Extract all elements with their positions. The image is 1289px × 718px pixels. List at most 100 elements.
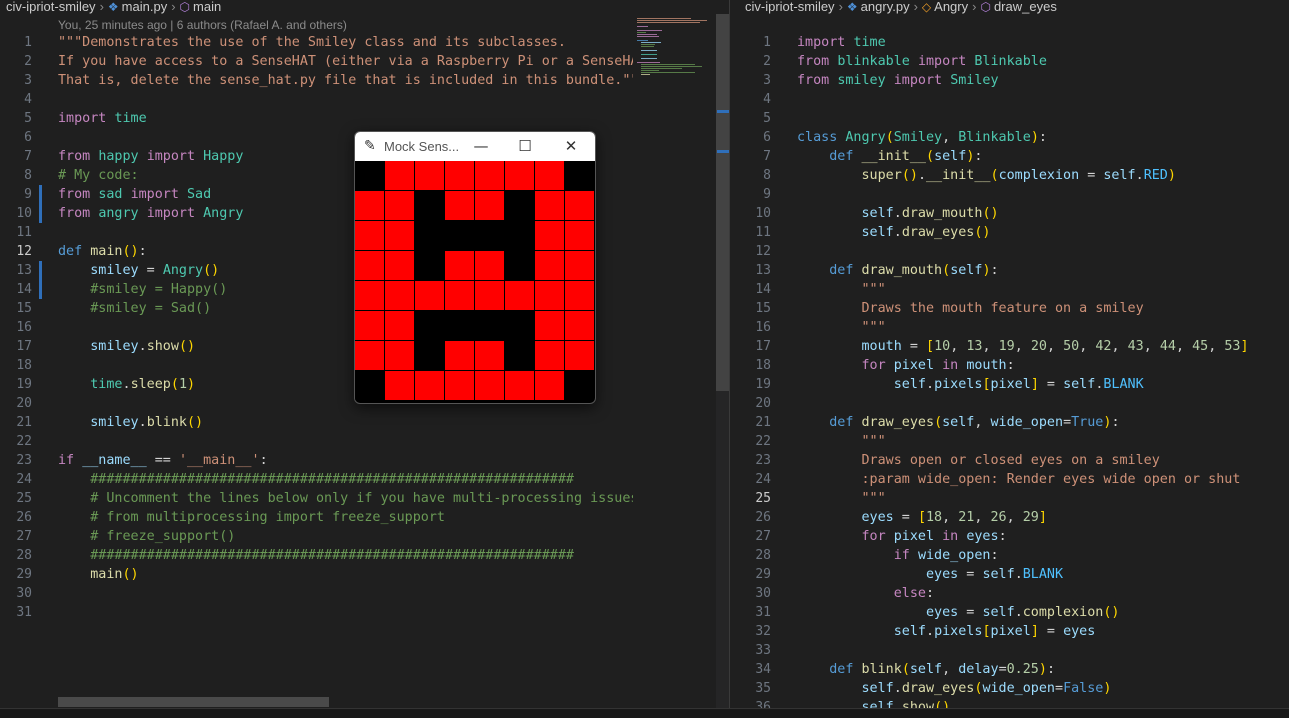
line-text[interactable]: for pixel in mouth: (797, 356, 1015, 375)
line-text[interactable]: # My code: (58, 166, 139, 185)
breadcrumb: civ-ipriot-smiley › ❖ angry.py › ◇ Angry › ⬡ draw… (745, 0, 1057, 14)
led-pixel-lit (355, 311, 384, 340)
line-text[interactable]: import time (797, 33, 886, 52)
line-text[interactable]: #smiley = Happy() (58, 280, 227, 299)
horizontal-scrollbar[interactable] (58, 697, 329, 707)
line-text[interactable]: ########################################… (58, 546, 574, 565)
line-text[interactable]: if wide_open: (797, 546, 999, 565)
breadcrumb-file[interactable]: angry.py (861, 0, 910, 14)
breadcrumb-symbol[interactable]: main (193, 0, 221, 14)
line-text[interactable]: eyes = self.BLANK (797, 565, 1063, 584)
line-text[interactable]: Draws open or closed eyes on a smiley (797, 451, 1160, 470)
vertical-scrollbar[interactable] (716, 14, 729, 717)
line-text[interactable]: main() (58, 565, 138, 584)
line-text[interactable]: # freeze_support() (58, 527, 235, 546)
line-text[interactable]: time.sleep(1) (58, 375, 195, 394)
line-number: 14 (16, 282, 32, 297)
maximize-icon: ☐ (518, 137, 532, 155)
line-text[interactable]: self.draw_eyes(wide_open=False) (797, 679, 1112, 698)
minimap-line (641, 64, 695, 65)
line-text[interactable]: else: (797, 584, 934, 603)
line-text[interactable]: def draw_eyes(self, wide_open=True): (797, 413, 1119, 432)
line-text[interactable]: if __name__ == '__main__': (58, 451, 268, 470)
led-pixel-lit (385, 281, 414, 310)
line-number: 30 (16, 586, 32, 601)
chevron-right-icon: › (99, 0, 104, 14)
line-text[interactable]: mouth = [10, 13, 19, 20, 50, 42, 43, 44,… (797, 337, 1249, 356)
line-text[interactable]: smiley.blink() (58, 413, 203, 432)
line-text[interactable]: self.draw_mouth() (797, 204, 999, 223)
window-titlebar[interactable]: ✎ Mock Sens... — ☐ ✕ (355, 132, 595, 161)
line-number: 20 (16, 396, 32, 411)
line-text[interactable]: super().__init__(complexion = self.RED) (797, 166, 1176, 185)
chevron-right-icon: › (838, 0, 843, 14)
line-text[interactable]: import time (58, 109, 147, 128)
led-pixel-off (475, 311, 504, 340)
git-change-marker[interactable] (39, 185, 42, 223)
line-text[interactable]: That is, delete the sense_hat.py file th… (58, 71, 647, 90)
line-text[interactable]: eyes = self.complexion() (797, 603, 1120, 622)
minimap-line (637, 22, 700, 23)
led-pixel-lit (385, 221, 414, 250)
led-pixel-lit (445, 281, 474, 310)
breadcrumb-symbol[interactable]: draw_eyes (994, 0, 1057, 14)
python-file-icon: ❖ (846, 0, 858, 14)
line-number: 17 (16, 339, 32, 354)
line-text[interactable]: class Angry(Smiley, Blinkable): (797, 128, 1047, 147)
line-number: 34 (755, 662, 771, 677)
git-change-marker[interactable] (39, 261, 42, 299)
line-number: 2 (24, 54, 32, 69)
line-number: 16 (755, 320, 771, 335)
line-number: 4 (763, 92, 771, 107)
line-text[interactable]: def main(): (58, 242, 147, 261)
maximize-button[interactable]: ☐ (510, 135, 540, 157)
line-number: 31 (755, 605, 771, 620)
line-text[interactable]: smiley.show() (58, 337, 195, 356)
line-text[interactable]: from smiley import Smiley (797, 71, 999, 90)
chevron-right-icon: › (913, 0, 918, 14)
line-text[interactable]: for pixel in eyes: (797, 527, 1007, 546)
line-text[interactable]: #smiley = Sad() (58, 299, 211, 318)
line-text[interactable]: self.pixels[pixel] = eyes (797, 622, 1096, 641)
line-text[interactable]: """Demonstrates the use of the Smiley cl… (58, 33, 566, 52)
breadcrumb-file[interactable]: main.py (122, 0, 168, 14)
line-text[interactable]: self.pixels[pixel] = self.BLANK (797, 375, 1144, 394)
line-number: 17 (755, 339, 771, 354)
right-editor[interactable]: civ-ipriot-smiley › ❖ angry.py › ◇ Angry › ⬡ draw… (730, 0, 1289, 717)
line-text[interactable]: If you have access to a SenseHAT (either… (58, 52, 663, 71)
breadcrumb-folder[interactable]: civ-ipriot-smiley (6, 0, 96, 14)
led-pixel-lit (355, 221, 384, 250)
breadcrumb-folder[interactable]: civ-ipriot-smiley (745, 0, 835, 14)
close-button[interactable]: ✕ (556, 135, 586, 157)
line-number: 9 (24, 187, 32, 202)
git-blame-annotation[interactable]: You, 25 minutes ago | 6 authors (Rafael … (58, 18, 347, 32)
led-pixel-lit (445, 341, 474, 370)
line-text[interactable]: def draw_mouth(self): (797, 261, 998, 280)
line-text[interactable]: """ (797, 280, 886, 299)
line-text[interactable]: self.draw_eyes() (797, 223, 991, 242)
line-text[interactable]: """ (797, 318, 886, 337)
line-text[interactable]: """ (797, 432, 886, 451)
line-text[interactable]: # from multiprocessing import freeze_sup… (58, 508, 445, 527)
line-number: 24 (755, 472, 771, 487)
line-text[interactable]: from angry import Angry (58, 204, 243, 223)
line-number: 2 (763, 54, 771, 69)
line-text[interactable]: # Uncomment the lines below only if you … (58, 489, 638, 508)
line-text[interactable]: eyes = [18, 21, 26, 29] (797, 508, 1047, 527)
line-text[interactable]: from happy import Happy (58, 147, 243, 166)
breadcrumb-class[interactable]: Angry (934, 0, 968, 14)
minimap[interactable] (633, 14, 717, 717)
scrollbar-thumb[interactable] (716, 14, 729, 391)
line-text[interactable]: ########################################… (58, 470, 574, 489)
line-number: 7 (763, 149, 771, 164)
minimize-button[interactable]: — (466, 135, 496, 157)
line-text[interactable]: Draws the mouth feature on a smiley (797, 299, 1144, 318)
line-text[interactable]: def __init__(self): (797, 147, 982, 166)
mock-sense-hat-window[interactable]: ✎ Mock Sens... — ☐ ✕ (354, 131, 596, 404)
line-text[interactable]: def blink(self, delay=0.25): (797, 660, 1055, 679)
line-text[interactable]: """ (797, 489, 886, 508)
line-text[interactable]: :param wide_open: Render eyes wide open … (797, 470, 1241, 489)
line-text[interactable]: smiley = Angry() (58, 261, 219, 280)
line-text[interactable]: from sad import Sad (58, 185, 211, 204)
line-text[interactable]: from blinkable import Blinkable (797, 52, 1047, 71)
